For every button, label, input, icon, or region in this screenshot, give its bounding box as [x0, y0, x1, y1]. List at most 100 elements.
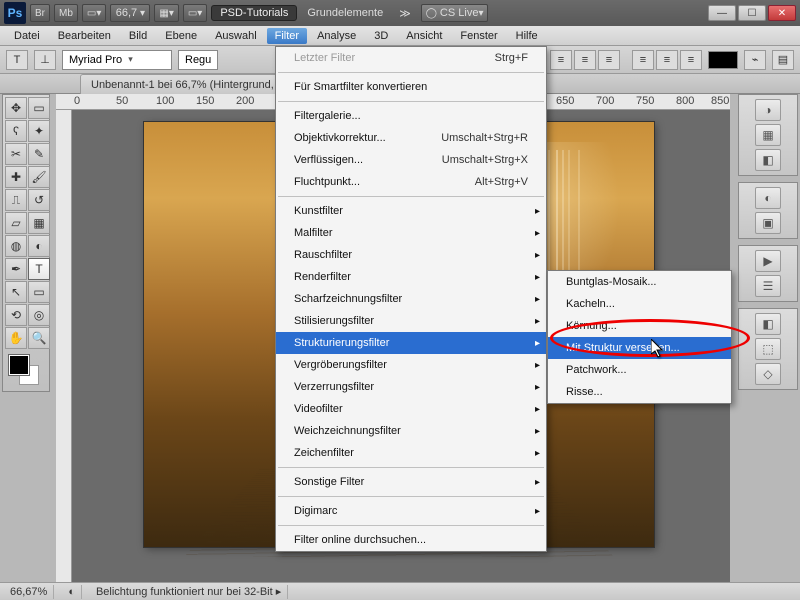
orientation-button[interactable]: ⊥ — [34, 50, 56, 70]
menu-item-stilisierungsfilter[interactable]: Stilisierungsfilter — [276, 310, 546, 332]
screenmode-button[interactable]: ▭▾ — [82, 4, 106, 22]
actions-panel-icon[interactable]: ☰ — [755, 275, 781, 297]
gradient-tool[interactable]: ▦ — [28, 212, 50, 234]
menu-auswahl[interactable]: Auswahl — [207, 28, 265, 44]
type-tool[interactable]: T — [28, 258, 50, 280]
align-left-button[interactable]: ≡ — [550, 50, 572, 70]
shape-tool[interactable]: ▭ — [28, 281, 50, 303]
ruler-vertical[interactable] — [56, 110, 72, 582]
menu-fenster[interactable]: Fenster — [452, 28, 505, 44]
channels-panel-icon[interactable]: ⬚ — [755, 338, 781, 360]
move-tool[interactable]: ✥ — [5, 97, 27, 119]
menu-item-fluchtpunkt-[interactable]: Fluchtpunkt...Alt+Strg+V — [276, 171, 546, 193]
text-color-swatch[interactable] — [708, 51, 738, 69]
magic-wand-tool[interactable]: ✦ — [28, 120, 50, 142]
swatches-panel-icon[interactable]: ▦ — [755, 124, 781, 146]
history-brush-tool[interactable]: ↺ — [28, 189, 50, 211]
bridge-button[interactable]: Br — [30, 4, 50, 22]
menu-item-scharfzeichnungsfilter[interactable]: Scharfzeichnungsfilter — [276, 288, 546, 310]
warp-text-button[interactable]: ⌁ — [744, 50, 766, 70]
stamp-tool[interactable]: ⎍ — [5, 189, 27, 211]
menu-item-zeichenfilter[interactable]: Zeichenfilter — [276, 442, 546, 464]
workspace-label[interactable]: Grundelemente — [301, 7, 389, 19]
color-panel-icon[interactable]: ◑ — [755, 99, 781, 121]
window-minimize[interactable]: — — [708, 5, 736, 21]
zoom-field[interactable]: 66,7 ▾ — [110, 4, 150, 22]
eraser-tool[interactable]: ▱ — [5, 212, 27, 234]
menu-item-verzerrungsfilter[interactable]: Verzerrungsfilter — [276, 376, 546, 398]
tutorials-pill[interactable]: PSD-Tutorials — [211, 5, 297, 21]
3d-camera-tool[interactable]: ◎ — [28, 304, 50, 326]
menu-item-weichzeichnungsfilter[interactable]: Weichzeichnungsfilter — [276, 420, 546, 442]
menu-ansicht[interactable]: Ansicht — [398, 28, 450, 44]
para-center-button[interactable]: ≡ — [656, 50, 678, 70]
cslive-button[interactable]: ◯ CS Live ▾ — [421, 4, 489, 22]
blur-tool[interactable]: ◍ — [5, 235, 27, 257]
arrange-button[interactable]: ▭▾ — [183, 4, 207, 22]
menu-analyse[interactable]: Analyse — [309, 28, 364, 44]
font-family-select[interactable]: Myriad Pro — [62, 50, 172, 70]
para-right-button[interactable]: ≡ — [680, 50, 702, 70]
history-panel-icon[interactable]: ▶ — [755, 250, 781, 272]
menu-filter[interactable]: Filter — [267, 28, 307, 44]
menu-item-rauschfilter[interactable]: Rauschfilter — [276, 244, 546, 266]
healing-tool[interactable]: ✚ — [5, 166, 27, 188]
window-close[interactable]: ✕ — [768, 5, 796, 21]
view-extras-button[interactable]: ▦▾ — [154, 4, 178, 22]
window-maximize[interactable]: ☐ — [738, 5, 766, 21]
dodge-tool[interactable]: ◐ — [28, 235, 50, 257]
adjustments-panel-icon[interactable]: ◐ — [755, 187, 781, 209]
menu-datei[interactable]: Datei — [6, 28, 48, 44]
menu-item-objektivkorrektur-[interactable]: Objektivkorrektur...Umschalt+Strg+R — [276, 127, 546, 149]
masks-panel-icon[interactable]: ▣ — [755, 212, 781, 234]
workspace-more[interactable]: ≫ — [393, 7, 417, 20]
align-center-button[interactable]: ≡ — [574, 50, 596, 70]
document-tab[interactable]: Unbenannt-1 bei 66,7% (Hintergrund, F — [80, 74, 295, 94]
marquee-tool[interactable]: ▭ — [28, 97, 50, 119]
menu-item-strukturierungsfilter[interactable]: Strukturierungsfilter — [276, 332, 546, 354]
para-left-button[interactable]: ≡ — [632, 50, 654, 70]
menu-item-filtergalerie-[interactable]: Filtergalerie... — [276, 105, 546, 127]
strukturierungsfilter-submenu[interactable]: Buntglas-Mosaik...Kacheln...Körnung...Mi… — [547, 270, 732, 404]
brush-tool[interactable]: 🖌 — [28, 166, 50, 188]
menu-item-sonstige-filter[interactable]: Sonstige Filter — [276, 471, 546, 493]
menu-item-malfilter[interactable]: Malfilter — [276, 222, 546, 244]
menu-item-filter-online-durchsuchen-[interactable]: Filter online durchsuchen... — [276, 529, 546, 551]
path-select-tool[interactable]: ↖ — [5, 281, 27, 303]
eyedropper-tool[interactable]: ✎ — [28, 143, 50, 165]
zoom-tool[interactable]: 🔍 — [28, 327, 50, 349]
menu-item-digimarc[interactable]: Digimarc — [276, 500, 546, 522]
layers-panel-icon[interactable]: ◧ — [755, 313, 781, 335]
lasso-tool[interactable]: ʕ — [5, 120, 27, 142]
menu-item-renderfilter[interactable]: Renderfilter — [276, 266, 546, 288]
submenu-item-patchwork-[interactable]: Patchwork... — [548, 359, 731, 381]
foreground-color[interactable] — [9, 355, 29, 375]
menu-bild[interactable]: Bild — [121, 28, 155, 44]
menu-item-videofilter[interactable]: Videofilter — [276, 398, 546, 420]
menu-hilfe[interactable]: Hilfe — [508, 28, 546, 44]
menu-item-vergr-berungsfilter[interactable]: Vergröberungsfilter — [276, 354, 546, 376]
menu-bearbeiten[interactable]: Bearbeiten — [50, 28, 119, 44]
hand-tool[interactable]: ✋ — [5, 327, 27, 349]
pen-tool[interactable]: ✒ — [5, 258, 27, 280]
status-zoom[interactable]: 66,67% — [4, 585, 54, 599]
tool-preset-icon[interactable]: T — [6, 50, 28, 70]
filter-menu[interactable]: Letzter FilterStrg+FFür Smartfilter konv… — [275, 46, 547, 552]
menu-3d[interactable]: 3D — [366, 28, 396, 44]
menu-item-kunstfilter[interactable]: Kunstfilter — [276, 200, 546, 222]
styles-panel-icon[interactable]: ◧ — [755, 149, 781, 171]
paths-panel-icon[interactable]: ◇ — [755, 363, 781, 385]
menu-ebene[interactable]: Ebene — [157, 28, 205, 44]
submenu-item-risse-[interactable]: Risse... — [548, 381, 731, 403]
menu-item-f-r-smartfilter-konvertieren[interactable]: Für Smartfilter konvertieren — [276, 76, 546, 98]
submenu-item-k-rnung-[interactable]: Körnung... — [548, 315, 731, 337]
3d-tool[interactable]: ⟲ — [5, 304, 27, 326]
foreground-background-swatch[interactable] — [5, 353, 47, 389]
submenu-item-kacheln-[interactable]: Kacheln... — [548, 293, 731, 315]
font-style-select[interactable]: Regu — [178, 50, 218, 70]
align-right-button[interactable]: ≡ — [598, 50, 620, 70]
submenu-item-buntglas-mosaik-[interactable]: Buntglas-Mosaik... — [548, 271, 731, 293]
submenu-item-mit-struktur-versehen-[interactable]: Mit Struktur versehen... — [548, 337, 731, 359]
crop-tool[interactable]: ✂ — [5, 143, 27, 165]
minibridge-button[interactable]: Mb — [54, 4, 78, 22]
